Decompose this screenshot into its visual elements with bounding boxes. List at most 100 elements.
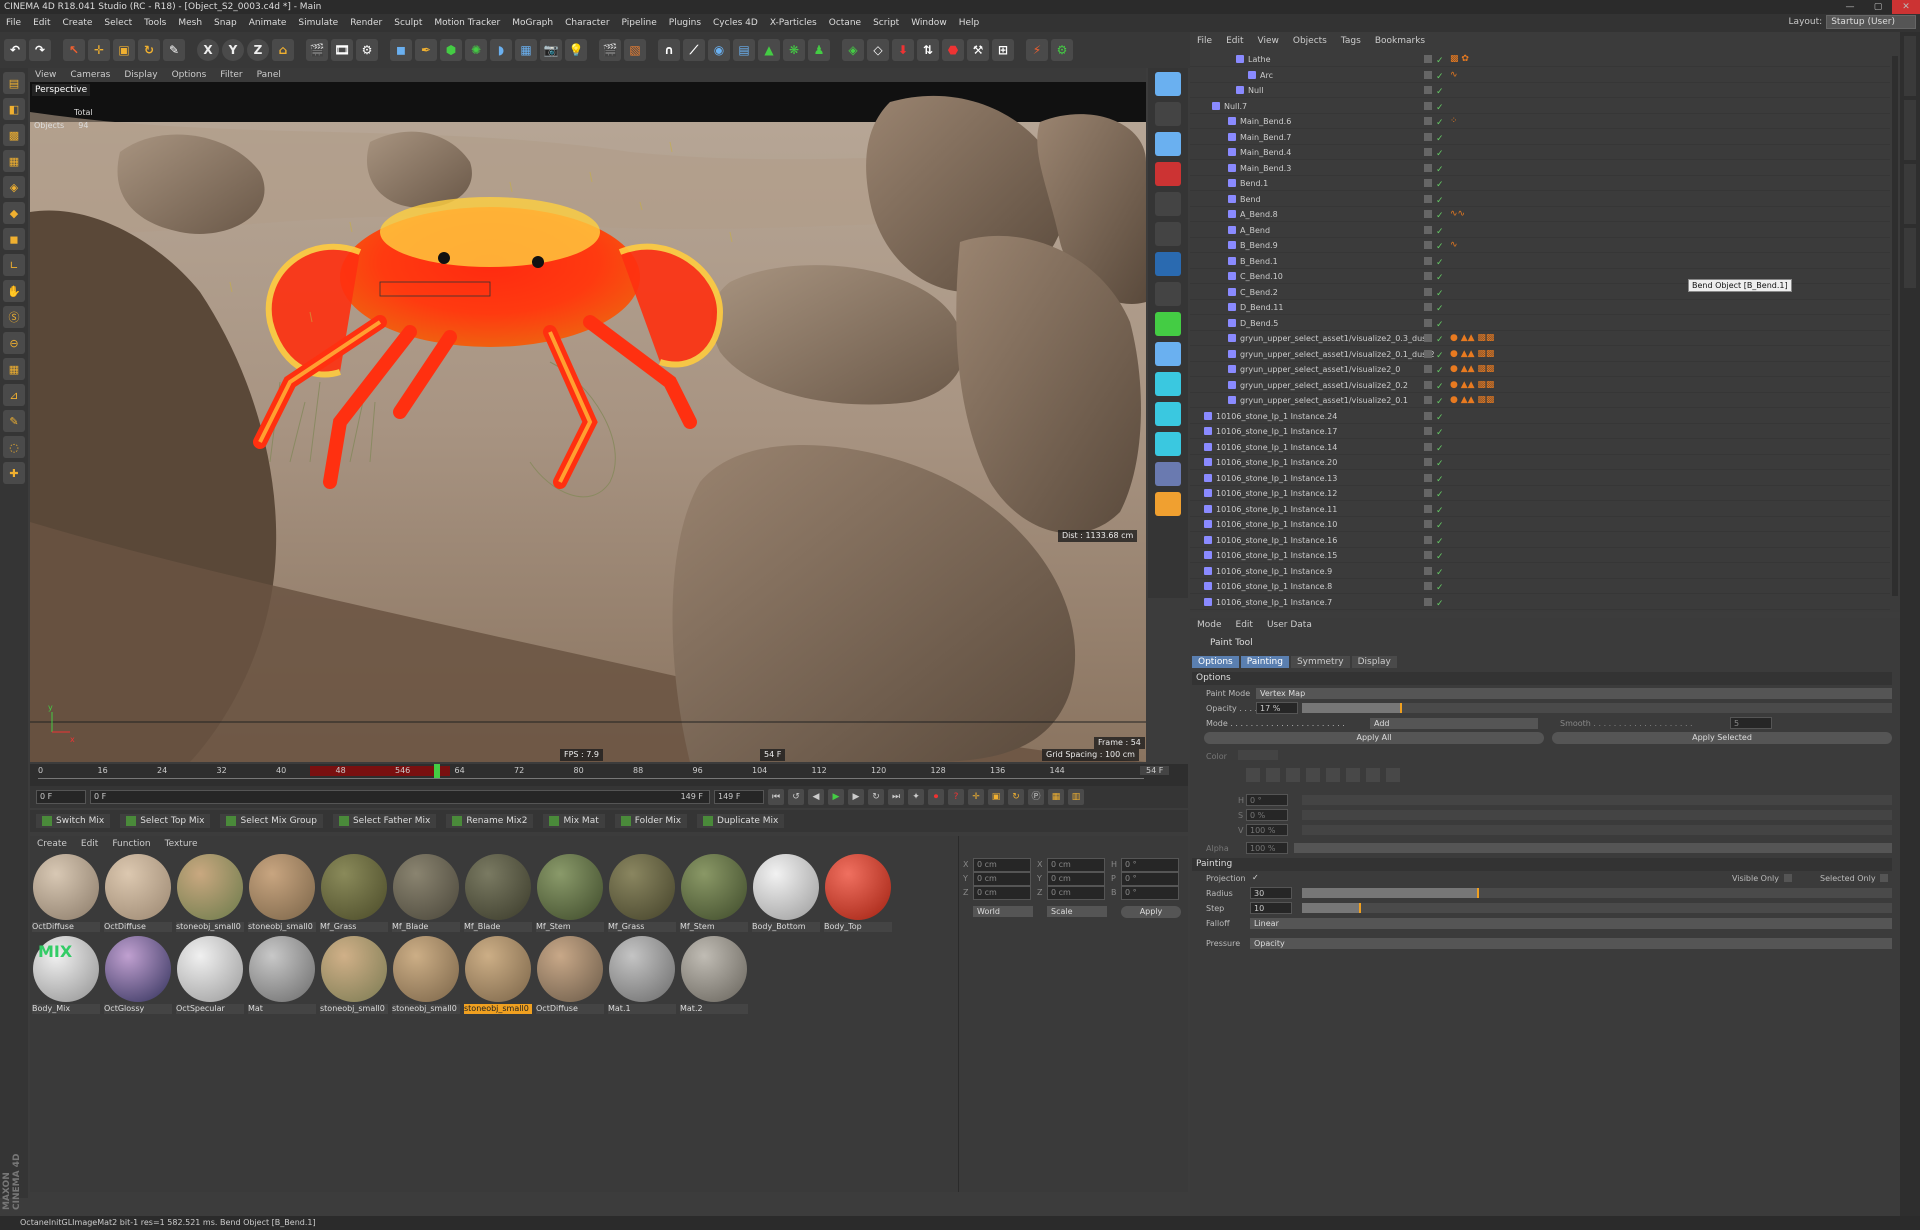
octane-frame-icon[interactable]	[1155, 432, 1181, 456]
visibility-toggle[interactable]	[1424, 55, 1432, 63]
emitter-icon[interactable]: ❋	[783, 39, 805, 61]
goto-end-icon[interactable]: ⏭	[888, 789, 904, 805]
visibility-toggle[interactable]	[1424, 194, 1432, 203]
material-menu-function[interactable]: Function	[105, 839, 157, 849]
visibility-toggle[interactable]	[1424, 504, 1432, 513]
timeline-window-icon[interactable]: ▥	[1068, 789, 1084, 805]
minimize-icon[interactable]: —	[1836, 0, 1864, 14]
material-swatch[interactable]: stoneobj_small0	[248, 854, 316, 934]
object-row[interactable]: Main_Bend.4 ✓	[1190, 145, 1890, 160]
octane-contrast-icon[interactable]	[1155, 222, 1181, 246]
viewport-menu-filter[interactable]: Filter	[213, 70, 249, 80]
object-row[interactable]: gryun_upper_select_asset1/visualize2_0.2…	[1190, 378, 1890, 393]
object-name[interactable]: 10106_stone_lp_1 Instance.7	[1216, 595, 1332, 610]
object-row[interactable]: 10106_stone_lp_1 Instance.7 ✓	[1190, 595, 1890, 610]
side-tab-structure[interactable]	[1904, 228, 1916, 288]
v-slider[interactable]	[1302, 825, 1892, 835]
object-row[interactable]: gryun_upper_select_asset1/visualize2_0.1…	[1190, 347, 1890, 362]
object-name[interactable]: gryun_upper_select_asset1/visualize2_0.3…	[1240, 331, 1429, 346]
coord-z-field[interactable]: 0 cm	[973, 886, 1031, 900]
object-name[interactable]: D_Bend.5	[1240, 316, 1278, 331]
alpha-slider[interactable]	[1294, 843, 1892, 853]
camera-icon[interactable]: 📷	[540, 39, 562, 61]
color-swatch[interactable]	[1238, 750, 1278, 760]
octane-cube-icon[interactable]	[1155, 312, 1181, 336]
material-menu-edit[interactable]: Edit	[74, 839, 105, 849]
object-menu-file[interactable]: File	[1190, 36, 1219, 50]
material-swatch[interactable]: stoneobj_small0	[464, 936, 532, 1016]
attribute-menu-user-data[interactable]: User Data	[1260, 620, 1319, 630]
workplane-icon[interactable]: ▦	[3, 150, 25, 172]
timeline-ruler[interactable]: 0 16 24 32 40 48 546 64 72 80 88 96 104 112 120 128 136 1…	[30, 764, 1188, 786]
menu-pipeline[interactable]: Pipeline	[616, 18, 663, 28]
object-name[interactable]: Null	[1248, 83, 1264, 98]
texture-mode-icon[interactable]: ▩	[3, 124, 25, 146]
visibility-toggle[interactable]	[1424, 365, 1432, 373]
object-row[interactable]: 10106_stone_lp_1 Instance.14 ✓	[1190, 440, 1890, 455]
viewport-menu-panel[interactable]: Panel	[250, 70, 288, 80]
mix-duplicate-mix-button[interactable]: Duplicate Mix	[697, 814, 785, 828]
floor-icon[interactable]: ▦	[515, 39, 537, 61]
object-row[interactable]: 10106_stone_lp_1 Instance.17 ✓	[1190, 424, 1890, 439]
menu-edit[interactable]: Edit	[27, 18, 56, 28]
visibility-toggle[interactable]	[1424, 148, 1432, 156]
kelvin-icon[interactable]	[1346, 768, 1360, 782]
xp-preset-icon[interactable]: ⊞	[992, 39, 1014, 61]
object-row[interactable]: D_Bend.5 ✓	[1190, 316, 1890, 331]
maximize-icon[interactable]: ▢	[1864, 0, 1892, 14]
quantize-icon[interactable]: ⊿	[3, 384, 25, 406]
end-frame-field[interactable]: 149 F	[714, 790, 764, 804]
material-menu-create[interactable]: Create	[30, 839, 74, 849]
tweak-mode-icon[interactable]: ✋	[3, 280, 25, 302]
octane-layer-icon[interactable]	[1155, 372, 1181, 396]
redo-icon[interactable]: ↷	[29, 39, 51, 61]
object-scrollbar[interactable]	[1892, 56, 1898, 596]
xp-physics-icon[interactable]: ⬇	[892, 39, 914, 61]
axis-mode-icon[interactable]: ∟	[3, 254, 25, 276]
material-swatch[interactable]: Mf_Stem	[680, 854, 748, 934]
object-row[interactable]: Null ✓	[1190, 83, 1890, 98]
object-menu-edit[interactable]: Edit	[1219, 36, 1250, 50]
object-row[interactable]: Main_Bend.6 ✓ ⁘	[1190, 114, 1890, 129]
menu-tools[interactable]: Tools	[138, 18, 172, 28]
x-axis-button[interactable]: X	[197, 39, 219, 61]
octane-target-icon[interactable]	[1155, 192, 1181, 216]
menu-file[interactable]: File	[0, 18, 27, 28]
octane-ring-icon[interactable]	[1155, 342, 1181, 366]
object-name[interactable]: 10106_stone_lp_1 Instance.13	[1216, 471, 1337, 486]
menu-animate[interactable]: Animate	[243, 18, 293, 28]
visibility-toggle[interactable]	[1424, 241, 1432, 249]
xp-generator-icon[interactable]: ⬣	[942, 39, 964, 61]
object-row[interactable]: Null.7 ✓	[1190, 99, 1890, 114]
menu-window[interactable]: Window	[905, 18, 953, 28]
object-row[interactable]: Main_Bend.3 ✓	[1190, 161, 1890, 176]
menu-mesh[interactable]: Mesh	[172, 18, 208, 28]
visibility-toggle[interactable]	[1424, 396, 1432, 404]
menu-select[interactable]: Select	[98, 18, 138, 28]
visibility-toggle[interactable]	[1424, 334, 1432, 342]
visibility-toggle[interactable]	[1424, 473, 1432, 482]
visibility-toggle[interactable]	[1424, 535, 1432, 544]
material-menu-texture[interactable]: Texture	[158, 839, 205, 849]
live-selection-icon[interactable]: ↖	[63, 39, 85, 61]
start-frame-field[interactable]: 0 F	[36, 790, 86, 804]
size-z-field[interactable]: 0 cm	[1047, 886, 1105, 900]
tab-options[interactable]: Options	[1192, 656, 1239, 668]
object-name[interactable]: Bend.1	[1240, 176, 1268, 191]
material-swatch[interactable]: Mf_Blade	[392, 854, 460, 934]
object-row[interactable]: Bend.1 ✓	[1190, 176, 1890, 191]
y-axis-button[interactable]: Y	[222, 39, 244, 61]
material-swatch[interactable]: Body_Top	[824, 854, 892, 934]
visibility-toggle[interactable]	[1424, 287, 1432, 296]
object-row[interactable]: B_Bend.1 ✓	[1190, 254, 1890, 269]
object-name[interactable]: Bend	[1240, 192, 1261, 207]
step-slider[interactable]	[1302, 903, 1892, 913]
object-row[interactable]: 10106_stone_lp_1 Instance.15 ✓	[1190, 548, 1890, 563]
xp-system-icon[interactable]: ◈	[842, 39, 864, 61]
viewport-menu-options[interactable]: Options	[165, 70, 214, 80]
mode-dropdown[interactable]: Add	[1370, 718, 1538, 729]
object-row[interactable]: 10106_stone_lp_1 Instance.12 ✓	[1190, 486, 1890, 501]
playhead[interactable]	[434, 764, 440, 778]
visibility-toggle[interactable]	[1424, 520, 1432, 528]
spectrum-icon[interactable]	[1266, 768, 1280, 782]
